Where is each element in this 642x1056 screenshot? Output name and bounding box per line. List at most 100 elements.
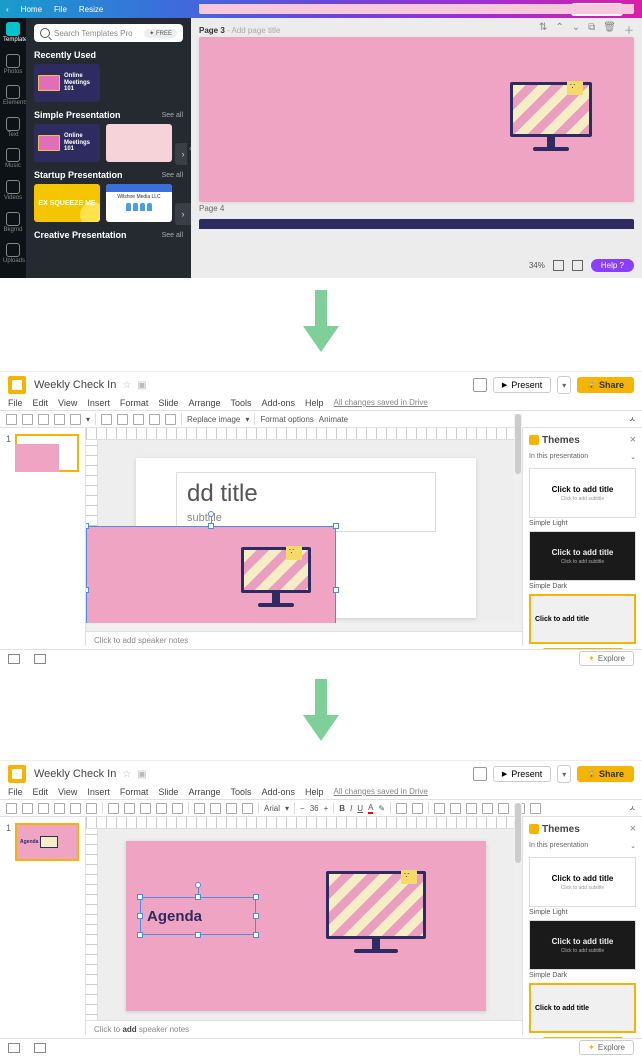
fill-icon[interactable] xyxy=(194,803,205,814)
redo-icon[interactable] xyxy=(38,803,49,814)
theme-simple-dark[interactable]: Click to add titleClick to add subtitle xyxy=(529,920,636,970)
menu-insert[interactable]: Insert xyxy=(87,787,110,797)
comment-icon[interactable] xyxy=(412,803,423,814)
speaker-notes[interactable]: Click to add speaker notes xyxy=(86,631,522,649)
thumbnail-1[interactable] xyxy=(15,434,79,472)
select-icon[interactable] xyxy=(108,803,119,814)
border-color-icon[interactable] xyxy=(210,803,221,814)
undo-icon[interactable] xyxy=(22,803,33,814)
zoom-select[interactable]: ▾ xyxy=(86,415,90,424)
slide-4-peek[interactable] xyxy=(199,219,634,229)
resize-handle[interactable] xyxy=(208,523,214,529)
rail-elements[interactable]: Elements xyxy=(3,85,23,107)
undo-icon[interactable] xyxy=(22,414,33,425)
save-status[interactable]: All changes saved in Drive xyxy=(334,398,428,408)
slides-logo-icon[interactable] xyxy=(8,376,26,394)
italic-icon[interactable]: I xyxy=(350,804,352,813)
canva-nav-file[interactable]: File xyxy=(54,5,67,14)
close-themes-icon[interactable]: × xyxy=(630,434,636,446)
menu-format[interactable]: Format xyxy=(120,787,149,797)
theme-simple-light[interactable]: Click to add titleClick to add subtitle xyxy=(529,468,636,518)
rail-music[interactable]: Music xyxy=(3,148,23,170)
menu-tools[interactable]: Tools xyxy=(230,398,251,408)
page-add-icon[interactable]: ＋ xyxy=(624,22,634,37)
line-icon[interactable] xyxy=(165,414,176,425)
filmstrip-view-icon[interactable] xyxy=(8,1043,20,1053)
page-4-label[interactable]: Page 4 xyxy=(199,202,634,215)
zoom-icon[interactable] xyxy=(86,803,97,814)
free-filter-pill[interactable]: ✦ FREE xyxy=(144,29,177,38)
align-icon[interactable] xyxy=(434,803,445,814)
title-placeholder[interactable]: dd title subtitle xyxy=(176,472,436,532)
speaker-notes[interactable]: Click to add speaker notes xyxy=(86,1020,522,1038)
underline-icon[interactable]: U xyxy=(357,804,363,813)
resize-handle[interactable] xyxy=(253,894,259,900)
bulleted-list-icon[interactable] xyxy=(482,803,493,814)
page-delete-icon[interactable]: 🗑 xyxy=(603,22,616,37)
menu-tools[interactable]: Tools xyxy=(230,787,251,797)
menu-arrange[interactable]: Arrange xyxy=(188,398,220,408)
horizontal-scrollbar[interactable] xyxy=(86,623,514,631)
slides-logo-icon[interactable] xyxy=(8,765,26,783)
close-themes-icon[interactable]: × xyxy=(630,823,636,835)
image-icon[interactable] xyxy=(140,803,151,814)
format-options-menu[interactable]: Format options xyxy=(260,415,313,424)
template-simple-1[interactable]: OnlineMeetings101 xyxy=(34,124,100,162)
page-expand-icon[interactable]: ⌃ xyxy=(555,22,563,37)
font-select[interactable]: Arial xyxy=(264,804,280,813)
themes-subheader[interactable]: In this presentation⌄ xyxy=(529,450,636,464)
textbox-icon[interactable] xyxy=(117,414,128,425)
rotate-handle[interactable] xyxy=(195,882,201,888)
resize-handle[interactable] xyxy=(195,894,201,900)
comments-icon[interactable] xyxy=(473,378,487,392)
slide-stage[interactable]: Agenda xyxy=(126,841,486,1011)
move-icon[interactable]: ▣ xyxy=(137,380,146,391)
template-online-meetings[interactable]: OnlineMeetings101 xyxy=(34,64,100,102)
explore-button[interactable]: Explore xyxy=(579,651,634,666)
see-all-startup[interactable]: See all xyxy=(162,172,183,179)
resize-handle[interactable] xyxy=(253,932,259,938)
resize-handle[interactable] xyxy=(86,523,89,529)
menu-edit[interactable]: Edit xyxy=(33,398,49,408)
rail-videos[interactable]: Videos xyxy=(3,180,23,202)
theme-simple-light[interactable]: Click to add titleClick to add subtitle xyxy=(529,857,636,907)
image-icon[interactable] xyxy=(133,414,144,425)
shape-icon[interactable] xyxy=(149,414,160,425)
paint-icon[interactable] xyxy=(70,414,81,425)
vertical-scrollbar[interactable] xyxy=(514,414,522,631)
line-icon[interactable] xyxy=(172,803,183,814)
agenda-text[interactable]: Agenda xyxy=(147,908,202,925)
page-3-label[interactable]: Page 3 - Add page title xyxy=(199,22,280,37)
template-startup-2[interactable]: Wilshire Media LLC xyxy=(106,184,172,222)
template-startup-1[interactable]: EX SQUEEZE ME xyxy=(34,184,100,222)
back-chevron-icon[interactable]: ‹ xyxy=(6,5,9,14)
rail-uploads[interactable]: Uploads xyxy=(3,243,23,265)
highlight-icon[interactable]: ✎ xyxy=(378,804,385,813)
template-simple-2[interactable] xyxy=(106,124,172,162)
toolbar-collapse-icon[interactable]: ㅅ xyxy=(629,414,636,425)
shape-icon[interactable] xyxy=(156,803,167,814)
gslides-present-button[interactable]: Present xyxy=(493,377,551,393)
menu-view[interactable]: View xyxy=(58,398,77,408)
resize-handle[interactable] xyxy=(333,523,339,529)
fullscreen-icon[interactable] xyxy=(572,260,583,271)
redo-icon[interactable] xyxy=(38,414,49,425)
rail-background[interactable]: Bkgrnd xyxy=(3,212,23,234)
scroll-right-icon-2[interactable]: › xyxy=(175,203,191,225)
see-all-simple[interactable]: See all xyxy=(162,112,183,119)
resize-handle[interactable] xyxy=(137,894,143,900)
resize-handle[interactable] xyxy=(195,932,201,938)
menu-file[interactable]: File xyxy=(8,787,23,797)
menu-arrange[interactable]: Arrange xyxy=(188,787,220,797)
present-dropdown[interactable]: ▾ xyxy=(557,765,571,783)
textbox-icon[interactable] xyxy=(124,803,135,814)
menu-format[interactable]: Format xyxy=(120,398,149,408)
grid-view-icon[interactable] xyxy=(34,654,46,664)
indent-dec-icon[interactable] xyxy=(498,803,509,814)
menu-edit[interactable]: Edit xyxy=(33,787,49,797)
new-slide-icon[interactable] xyxy=(6,803,17,814)
menu-help[interactable]: Help xyxy=(305,787,324,797)
see-all-creative[interactable]: See all xyxy=(162,232,183,239)
line-spacing-icon[interactable] xyxy=(450,803,461,814)
page-duplicate-icon[interactable]: ⧉ xyxy=(588,22,595,37)
